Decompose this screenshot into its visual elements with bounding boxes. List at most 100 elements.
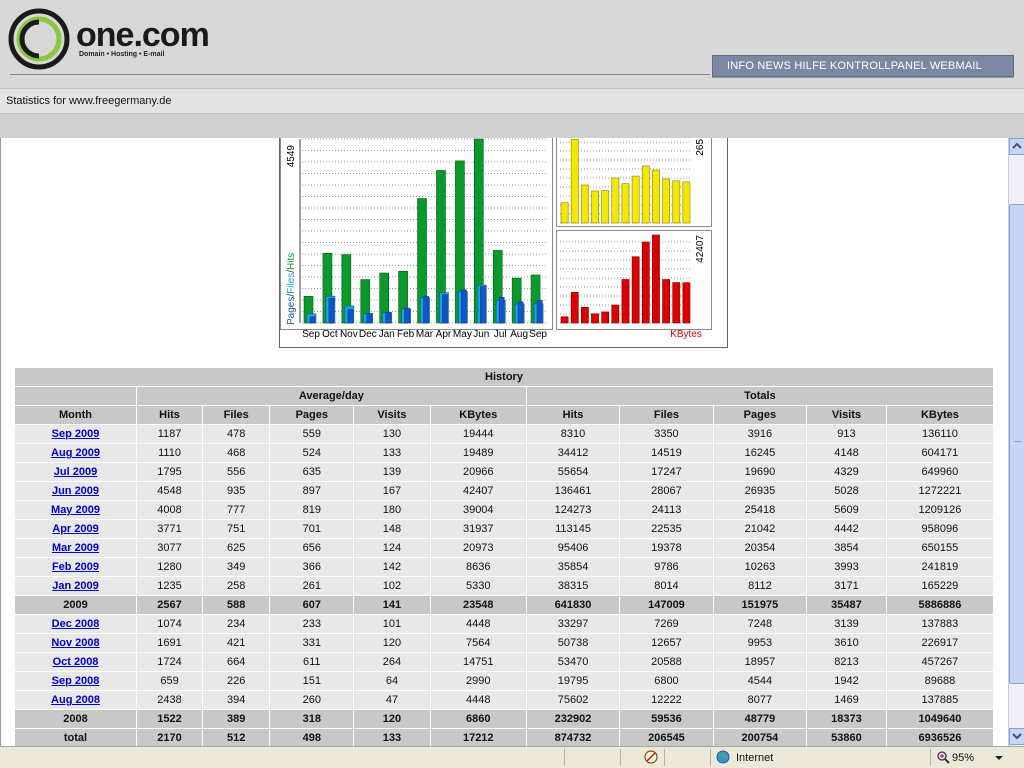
table-cell: 26935	[712, 481, 808, 501]
month-cell[interactable]: May 2009	[14, 500, 137, 520]
month-link[interactable]: Feb 2009	[52, 561, 99, 573]
table-cell: 4548	[135, 481, 204, 501]
privacy-icon[interactable]	[644, 750, 658, 764]
month-link[interactable]: Apr 2009	[52, 523, 98, 535]
globe-icon	[716, 750, 730, 764]
zoom-dropdown-icon[interactable]	[992, 750, 1006, 764]
visits-bar	[682, 181, 691, 224]
table-row: Jan 2009 1235 258 261 102 5330 38315 8014 8112 31…	[14, 576, 995, 596]
month-link[interactable]: Jun 2009	[52, 485, 99, 497]
month-cell[interactable]: Jan 2009	[14, 576, 137, 596]
table-cell: 130	[353, 424, 431, 444]
month-tick-label: Sep	[302, 329, 320, 340]
table-cell: 524	[269, 443, 355, 463]
table-cell: 180	[353, 500, 431, 520]
table-cell: 35854	[525, 557, 621, 577]
month-cell[interactable]: Feb 2009	[14, 557, 137, 577]
table-cell: 389	[202, 709, 271, 729]
scroll-thumb[interactable]	[1009, 204, 1024, 684]
month-link[interactable]: Aug 2008	[51, 694, 100, 706]
month-cell[interactable]: Sep 2008	[14, 671, 137, 691]
month-link[interactable]: May 2009	[51, 504, 100, 516]
table-cell: 124273	[525, 500, 621, 520]
table-cell: 468	[202, 443, 271, 463]
table-cell: 226	[202, 671, 271, 691]
logo-name: one.com	[76, 16, 210, 54]
month-link[interactable]: Sep 2008	[52, 675, 100, 687]
table-cell: 137885	[885, 690, 995, 710]
vertical-scrollbar[interactable]	[1008, 138, 1024, 746]
visits-bar	[631, 175, 640, 224]
month-cell[interactable]: Sep 2009	[14, 424, 137, 444]
table-cell: 6800	[619, 671, 714, 691]
month-link[interactable]: Jan 2009	[52, 580, 98, 592]
table-cell: 261	[269, 576, 355, 596]
table-cell: 264	[353, 652, 431, 672]
header-divider	[10, 74, 710, 75]
stats-title-bar: Statistics for www.freegermany.de	[0, 88, 1024, 114]
table-cell: 50738	[525, 633, 621, 653]
kbytes-ymax-label: 42407	[695, 235, 706, 263]
kbytes-bar	[570, 292, 579, 324]
kbytes-bar	[611, 304, 620, 324]
month-cell[interactable]: Aug 2008	[14, 690, 137, 710]
month-cell[interactable]: Apr 2009	[14, 519, 137, 539]
month-link[interactable]: Dec 2008	[52, 618, 100, 630]
kbytes-bar	[682, 282, 691, 324]
scroll-down-button[interactable]	[1009, 728, 1024, 745]
zoom-level[interactable]: 95%	[952, 752, 974, 764]
table-cell: 55654	[525, 462, 621, 482]
table-cell: 232902	[525, 709, 621, 729]
zoom-icon[interactable]	[936, 750, 950, 764]
month-cell[interactable]: Oct 2008	[14, 652, 137, 672]
month-link[interactable]: Jul 2009	[54, 466, 97, 478]
month-cell[interactable]: Jun 2009	[14, 481, 137, 501]
table-cell: 4448	[429, 690, 527, 710]
month-link[interactable]: Sep 2009	[52, 428, 100, 440]
table-cell: 133	[353, 443, 431, 463]
visits-bar	[581, 184, 589, 224]
month-link[interactable]: Mar 2009	[52, 542, 99, 554]
pages-bar	[423, 296, 429, 324]
one-com-logo[interactable]: one.com Domain • Hosting • E-mail	[8, 8, 228, 70]
visits-bar	[641, 165, 650, 224]
table-cell: 75602	[525, 690, 621, 710]
table-row: Jun 2009 4548 935 897 167 42407 136461 28067 269…	[14, 481, 995, 501]
table-cell: 14751	[429, 652, 527, 672]
table-cell: 4544	[712, 671, 808, 691]
visits-bar	[652, 169, 660, 224]
month-link[interactable]: Oct 2008	[53, 656, 99, 668]
month-cell[interactable]: Jul 2009	[14, 462, 137, 482]
main-ylabel-part: Pages	[286, 297, 297, 325]
month-cell[interactable]: Nov 2008	[14, 633, 137, 653]
month-cell[interactable]: Dec 2008	[14, 614, 137, 634]
top-nav-links[interactable]: INFO NEWS HILFE KONTROLLPANEL WEBMAIL	[727, 60, 982, 72]
month-cell[interactable]: Aug 2009	[14, 443, 137, 463]
table-cell: 1235	[135, 576, 204, 596]
col-header: KBytes	[885, 405, 995, 425]
month-link[interactable]: Nov 2008	[51, 637, 99, 649]
pages-bar	[404, 307, 410, 324]
history-table: History Average/day Totals Month Hits Fil…	[14, 367, 995, 746]
table-cell: 16245	[712, 443, 808, 463]
month-tick-label: Sep	[529, 329, 547, 340]
scroll-up-button[interactable]	[1009, 138, 1024, 155]
top-nav[interactable]: INFO NEWS HILFE KONTROLLPANEL WEBMAIL	[712, 55, 1014, 77]
table-row: Aug 2008 2438 394 260 47 4448 75602 12222 8077 14…	[14, 690, 995, 710]
security-zone: Internet	[736, 752, 774, 764]
table-cell: 4442	[806, 519, 887, 539]
table-cell: 4148	[806, 443, 887, 463]
year-summary-row: 2008 1522 389 318 120 6860 232902 59536 48779 183…	[14, 709, 995, 729]
table-cell: 233	[269, 614, 355, 634]
pages-bar	[480, 286, 486, 324]
visits-bar	[601, 190, 610, 224]
table-cell: 512	[202, 728, 271, 746]
table-cell: 588	[202, 595, 271, 615]
month-link[interactable]: Aug 2009	[51, 447, 100, 459]
month-cell[interactable]: Mar 2009	[14, 538, 137, 558]
page-content[interactable]: 4549 Pages/Files/Hits Sep Oct Nov Dec Jan Feb Ma…	[0, 138, 1008, 746]
visits-bar	[662, 178, 670, 224]
col-month: Month	[14, 405, 137, 425]
table-row: Apr 2009 3771 751 701 148 31937 113145 22535 210…	[14, 519, 995, 539]
table-cell: 3610	[806, 633, 887, 653]
